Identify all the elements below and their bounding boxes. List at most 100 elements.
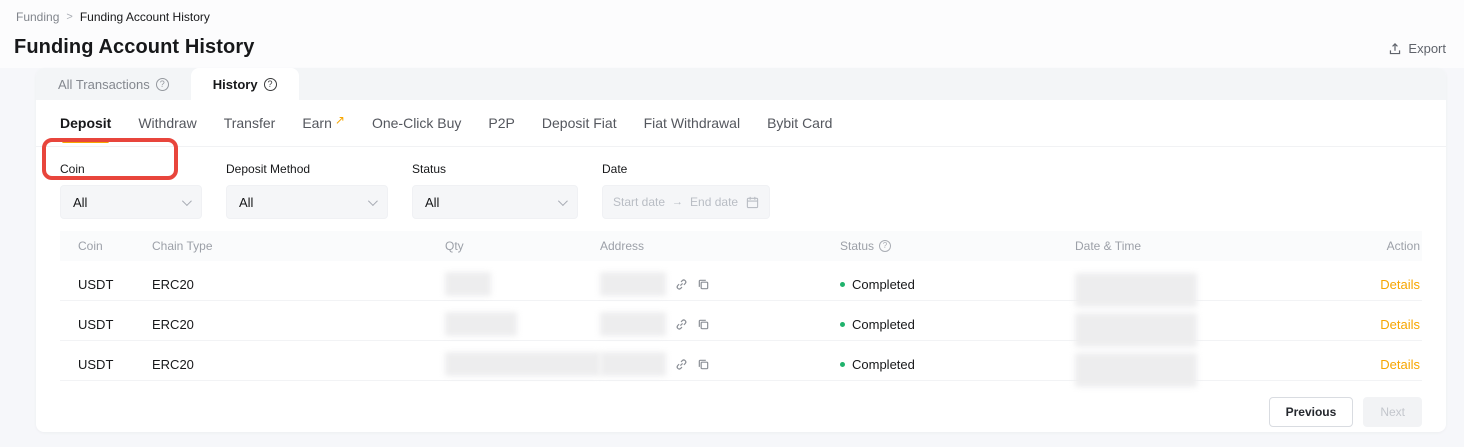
details-link[interactable]: Details — [1380, 277, 1420, 292]
coin-filter-label: Coin — [60, 162, 202, 176]
details-link[interactable]: Details — [1380, 317, 1420, 332]
tab-history-label: History — [213, 77, 258, 92]
copy-icon[interactable] — [697, 358, 710, 371]
tab-all-transactions-label: All Transactions — [58, 77, 150, 92]
filter-coin: Coin All — [60, 162, 202, 219]
link-icon[interactable] — [675, 278, 688, 291]
next-button[interactable]: Next — [1363, 397, 1422, 427]
breadcrumb-separator: > — [66, 11, 72, 23]
qty-redacted — [445, 312, 517, 336]
col-action: Action — [1325, 239, 1422, 253]
subtab-bar: Deposit Withdraw Transfer Earn ↗ One-Cli… — [36, 100, 1446, 147]
coin-value: USDT — [60, 357, 152, 372]
subtab-withdraw[interactable]: Withdraw — [138, 100, 196, 146]
status-dot — [840, 322, 845, 327]
page-title: Funding Account History — [14, 36, 254, 59]
coin-value: USDT — [60, 277, 152, 292]
subtab-fiat-withdrawal[interactable]: Fiat Withdrawal — [644, 100, 740, 146]
col-coin: Coin — [60, 239, 152, 253]
calendar-icon[interactable] — [746, 196, 759, 209]
subtab-p2p-label: P2P — [488, 115, 514, 131]
subtab-deposit[interactable]: Deposit — [60, 100, 111, 146]
subtab-earn-label: Earn — [302, 115, 332, 131]
deposit-method-select[interactable]: All — [226, 185, 388, 219]
subtab-fiat-withdrawal-label: Fiat Withdrawal — [644, 115, 740, 131]
export-icon — [1388, 42, 1402, 56]
date-time-redacted — [1075, 353, 1197, 387]
pagination: Previous Next — [36, 381, 1446, 427]
filter-deposit-method: Deposit Method All — [226, 162, 388, 219]
subtab-p2p[interactable]: P2P — [488, 100, 514, 146]
date-time-redacted — [1075, 313, 1197, 347]
date-filter-label: Date — [602, 162, 770, 176]
breadcrumb-current: Funding Account History — [80, 10, 210, 24]
external-link-icon: ↗ — [335, 113, 345, 127]
status-dot — [840, 282, 845, 287]
subtab-transfer[interactable]: Transfer — [224, 100, 276, 146]
coin-select-value: All — [73, 195, 87, 210]
subtab-withdraw-label: Withdraw — [138, 115, 196, 131]
export-button[interactable]: Export — [1388, 41, 1446, 56]
start-date-placeholder[interactable]: Start date — [613, 195, 665, 209]
chevron-down-icon — [182, 196, 192, 206]
address-redacted — [600, 352, 666, 376]
table-row: USDT ERC20 Completed — [60, 301, 1422, 341]
status-dot — [840, 362, 845, 367]
coin-value: USDT — [60, 317, 152, 332]
breadcrumb: Funding > Funding Account History — [16, 10, 210, 24]
coin-select[interactable]: All — [60, 185, 202, 219]
end-date-placeholder[interactable]: End date — [690, 195, 738, 209]
subtab-deposit-fiat[interactable]: Deposit Fiat — [542, 100, 617, 146]
col-qty: Qty — [445, 239, 600, 253]
subtab-deposit-fiat-label: Deposit Fiat — [542, 115, 617, 131]
breadcrumb-funding-link[interactable]: Funding — [16, 10, 59, 24]
subtab-bybit-card[interactable]: Bybit Card — [767, 100, 832, 146]
chain-type-value: ERC20 — [152, 317, 445, 332]
date-range-input[interactable]: Start date → End date — [602, 185, 770, 219]
date-time-redacted — [1075, 273, 1197, 307]
status-value: Completed — [852, 357, 915, 372]
status-value: Completed — [852, 317, 915, 332]
status-filter-label: Status — [412, 162, 578, 176]
help-icon[interactable]: ? — [156, 78, 169, 91]
status-help-icon[interactable]: ? — [879, 240, 891, 252]
status-select-value: All — [425, 195, 439, 210]
subtab-one-click-buy[interactable]: One-Click Buy — [372, 100, 461, 146]
tab-history[interactable]: History ? — [191, 68, 299, 100]
subtab-deposit-label: Deposit — [60, 115, 111, 131]
col-address: Address — [600, 239, 840, 253]
tab-all-transactions[interactable]: All Transactions ? — [36, 68, 191, 100]
col-status: Status ? — [840, 239, 1075, 253]
subtab-transfer-label: Transfer — [224, 115, 276, 131]
subtab-earn[interactable]: Earn ↗ — [302, 100, 345, 146]
status-value: Completed — [852, 277, 915, 292]
deposit-method-select-value: All — [239, 195, 253, 210]
deposit-method-filter-label: Deposit Method — [226, 162, 388, 176]
chevron-down-icon — [558, 196, 568, 206]
col-status-label: Status — [840, 239, 874, 253]
filter-date: Date Start date → End date — [602, 162, 770, 219]
qty-redacted — [445, 272, 491, 296]
export-label: Export — [1408, 41, 1446, 56]
address-redacted — [600, 272, 666, 296]
copy-icon[interactable] — [697, 278, 710, 291]
page-header: Funding > Funding Account History Fundin… — [0, 0, 1464, 68]
link-icon[interactable] — [675, 318, 688, 331]
filter-status: Status All — [412, 162, 578, 219]
status-select[interactable]: All — [412, 185, 578, 219]
table-row: USDT ERC20 Completed — [60, 261, 1422, 301]
chain-type-value: ERC20 — [152, 357, 445, 372]
col-date-time: Date & Time — [1075, 239, 1325, 253]
subtab-one-click-buy-label: One-Click Buy — [372, 115, 461, 131]
address-redacted — [600, 312, 666, 336]
details-link[interactable]: Details — [1380, 357, 1420, 372]
date-range-arrow-icon: → — [672, 196, 683, 208]
table-row: USDT ERC20 Completed — [60, 341, 1422, 381]
previous-button[interactable]: Previous — [1269, 397, 1354, 427]
help-icon[interactable]: ? — [264, 78, 277, 91]
chain-type-value: ERC20 — [152, 277, 445, 292]
content-card: All Transactions ? History ? Deposit Wit… — [36, 68, 1446, 432]
link-icon[interactable] — [675, 358, 688, 371]
table-header-row: Coin Chain Type Qty Address Status ? Dat… — [60, 231, 1422, 261]
copy-icon[interactable] — [697, 318, 710, 331]
